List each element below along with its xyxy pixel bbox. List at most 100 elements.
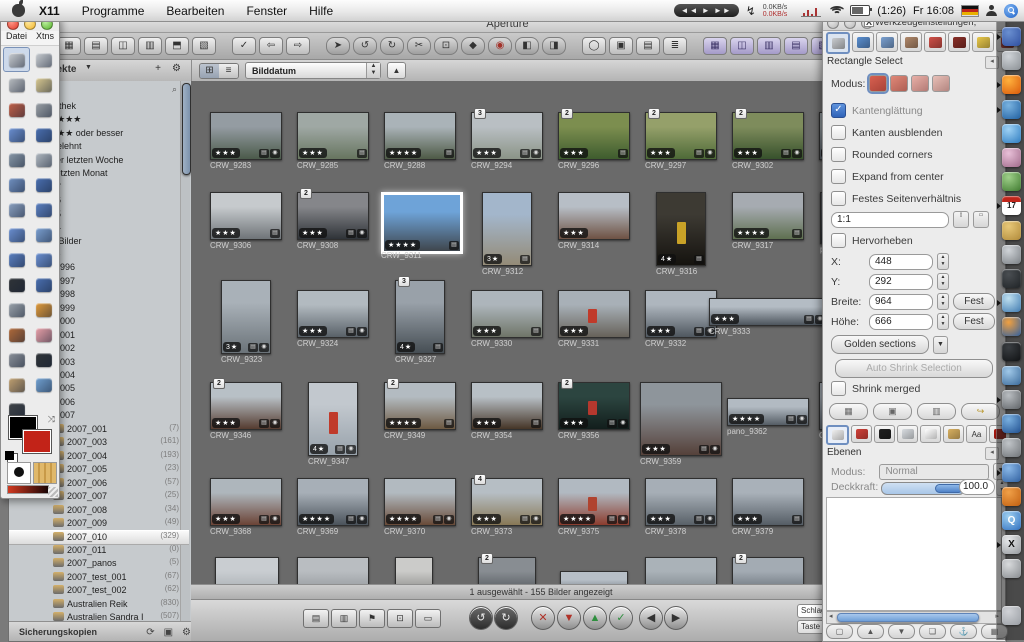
tab-red-1[interactable] xyxy=(924,32,946,52)
photo-thumbnail-selected[interactable]: ★★★★▤ xyxy=(381,192,463,254)
photo-thumbnail[interactable]: ★★★▤ xyxy=(297,112,369,160)
mode-add[interactable] xyxy=(890,75,908,92)
lower-layer-button[interactable]: ▼ xyxy=(888,624,915,639)
photo-thumbnail[interactable]: 3★▤◉ xyxy=(221,280,271,354)
photo-thumbnail[interactable]: 2 xyxy=(732,557,804,584)
photo-thumbnail[interactable]: 4★★★▤◉ xyxy=(471,478,543,526)
dock-firefox[interactable] xyxy=(1002,75,1021,94)
tool-scissors[interactable] xyxy=(30,97,57,122)
dock-finder[interactable] xyxy=(1002,27,1021,46)
network-speed[interactable]: 0.0KB/s0.0KB/s xyxy=(763,4,788,18)
browser-button-4[interactable]: ⊡ xyxy=(387,609,413,628)
dtab-fonts[interactable]: Aa xyxy=(966,425,987,443)
shrink-merged-row[interactable]: Shrink merged xyxy=(831,381,920,396)
photo-thumbnail[interactable] xyxy=(645,557,717,584)
vault-gear-icon[interactable]: ⚙ xyxy=(182,627,191,638)
layout-icon-3[interactable]: ▥ xyxy=(757,37,781,55)
reset-options-button[interactable]: ↪ xyxy=(961,403,1000,420)
fast-user-switch-icon[interactable] xyxy=(986,5,997,16)
tool-select-by-color[interactable] xyxy=(3,97,30,122)
library-toolbar-icon-5[interactable]: ⬒ xyxy=(165,37,189,55)
dtab-bw[interactable] xyxy=(874,425,895,443)
photo-thumbnail[interactable]: 4★▤◉ xyxy=(308,382,358,456)
save-options-button[interactable]: ▦ xyxy=(829,403,868,420)
photo-thumbnail[interactable]: ★★★▤ xyxy=(732,478,804,526)
option-kantengl-ttung[interactable]: ✓Kantenglättung xyxy=(831,103,923,118)
fest-button[interactable]: Fest xyxy=(953,313,995,330)
tool-paintbrush[interactable] xyxy=(3,322,30,347)
tab-image[interactable] xyxy=(900,32,922,52)
photo-thumbnail[interactable] xyxy=(297,557,369,584)
photo-thumbnail[interactable]: ★★★▤◉ xyxy=(640,382,722,456)
tool-airbrush[interactable] xyxy=(3,347,30,372)
new-layer-button[interactable]: ▢ xyxy=(826,624,853,639)
rotate-cw-icon[interactable]: ↻ xyxy=(380,37,404,55)
dock-x11[interactable]: X xyxy=(1002,535,1021,554)
photo-thumbnail[interactable]: 2★★★▤◉ xyxy=(297,192,369,240)
photo-thumbnail[interactable]: 2★★★▤◉ xyxy=(732,112,804,160)
tool-smudge[interactable] xyxy=(30,372,57,397)
dtab-layers[interactable] xyxy=(826,425,849,445)
tab-brushes[interactable] xyxy=(876,32,898,52)
reset-colors-icon[interactable] xyxy=(5,451,14,460)
apple-menu-icon[interactable] xyxy=(12,4,25,17)
tool-text[interactable] xyxy=(3,272,30,297)
photo-thumbnail[interactable]: ★★★ xyxy=(558,192,630,240)
photo-thumbnail[interactable]: ★★★▤◉ xyxy=(645,290,717,338)
menu-item-programme[interactable]: Programme xyxy=(82,4,145,18)
mode-replace[interactable] xyxy=(869,75,887,92)
option-expand-from-center[interactable]: Expand from center xyxy=(831,169,944,184)
tool-shear[interactable] xyxy=(30,222,57,247)
photo-thumbnail[interactable]: ★★★★▤◉ xyxy=(727,398,809,426)
reject-button[interactable]: ✕ xyxy=(531,606,555,630)
grid-view-icon[interactable]: ⊞ xyxy=(200,64,219,78)
sidebar-project-2007_008[interactable]: 2007_008(34) xyxy=(9,504,189,517)
photo-thumbnail[interactable]: ★★★★▤ xyxy=(732,192,804,240)
photo-thumbnail[interactable]: ★★★★▤◉ xyxy=(297,478,369,526)
spotlight-icon[interactable] xyxy=(1004,4,1018,18)
sort-direction-button[interactable]: ▲ xyxy=(387,62,406,79)
sidebar-project-2007_panos[interactable]: 2007_panos(5) xyxy=(9,557,189,570)
rating-up-button[interactable]: ▲ xyxy=(583,606,607,630)
next-button[interactable]: ▶ xyxy=(664,606,688,630)
tab-device-status[interactable] xyxy=(852,32,874,52)
dock-photos[interactable] xyxy=(1002,366,1021,385)
toolbox-menu-datei[interactable]: Datei xyxy=(6,31,27,45)
dock-printer[interactable] xyxy=(1002,559,1021,578)
layout-icon-2[interactable]: ◫ xyxy=(730,37,754,55)
dock-vlc[interactable] xyxy=(1002,487,1021,506)
guides-dropdown[interactable]: Golden sections xyxy=(831,335,929,354)
browser-button-2[interactable]: ▥ xyxy=(331,609,357,628)
tool-measure[interactable] xyxy=(3,172,30,197)
tool-rect-select[interactable] xyxy=(3,47,30,72)
resize-grip[interactable] xyxy=(48,487,58,497)
scroll-left-icon[interactable]: ◂ xyxy=(829,612,833,621)
dock-adium[interactable] xyxy=(1002,148,1021,167)
library-toolbar-icon-6[interactable]: ▧ xyxy=(192,37,216,55)
tab-red-2[interactable] xyxy=(948,32,970,52)
opacity-slider[interactable] xyxy=(881,482,965,495)
photo-thumbnail[interactable]: ★★★★▤◉ xyxy=(384,478,456,526)
auto-shrink-button[interactable]: Auto Shrink Selection xyxy=(835,359,993,378)
checkbox[interactable] xyxy=(831,169,846,184)
layers-list-area[interactable] xyxy=(826,497,1002,611)
active-brush-indicator[interactable] xyxy=(7,462,31,484)
layer-mode-dropdown[interactable]: Normal xyxy=(879,464,989,480)
photo-thumbnail[interactable] xyxy=(395,557,433,584)
tool-free-select[interactable] xyxy=(3,72,30,97)
input-language-flag-icon[interactable] xyxy=(961,5,979,17)
photo-thumbnail[interactable]: 34★▤ xyxy=(395,280,445,354)
previous-button[interactable]: ◀ xyxy=(639,606,663,630)
clone-icon[interactable]: ◧ xyxy=(515,37,539,55)
confirm-button[interactable]: ✓ xyxy=(232,37,256,55)
list-panel-icon[interactable]: ≣ xyxy=(663,37,687,55)
tab-tool-options[interactable] xyxy=(826,32,850,54)
adjustments-icon[interactable]: ▣ xyxy=(609,37,633,55)
tool-foreground-select[interactable] xyxy=(3,122,30,147)
field-input[interactable]: 964 xyxy=(869,294,933,310)
import-export-icon-2[interactable]: ⇨ xyxy=(286,37,310,55)
checkbox[interactable]: ✓ xyxy=(831,103,846,118)
checkbox[interactable] xyxy=(831,125,846,140)
tool-bucket-fill[interactable] xyxy=(30,272,57,297)
tool-zoom[interactable] xyxy=(30,147,57,172)
